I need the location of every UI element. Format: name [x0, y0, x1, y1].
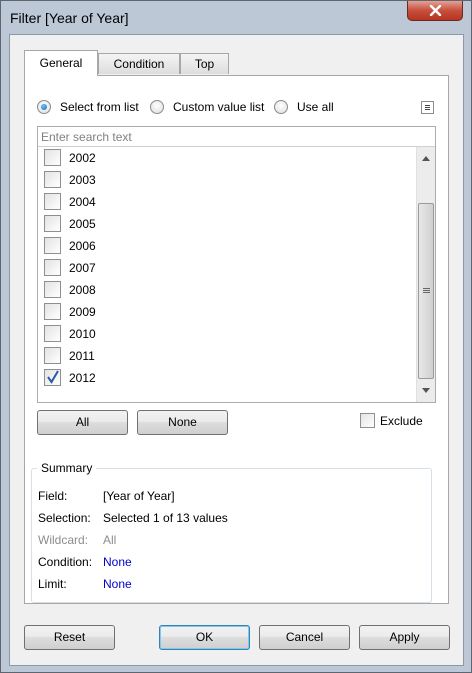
values-listbox: 2002 2003 2004 2005 2006 2007 2008 2009 … — [37, 126, 436, 403]
checkbox[interactable] — [44, 303, 61, 320]
checkbox[interactable] — [44, 149, 61, 166]
summary-key: Field: — [38, 489, 68, 503]
list-scrollbar[interactable] — [416, 147, 435, 402]
tab-top-label: Top — [194, 57, 215, 71]
list-item[interactable]: 2007 — [44, 257, 404, 279]
list-item[interactable]: 2005 — [44, 213, 404, 235]
close-icon — [429, 5, 442, 16]
summary-key: Limit: — [38, 577, 67, 591]
list-item[interactable]: 2002 — [44, 147, 404, 169]
ok-button[interactable]: OK — [159, 625, 250, 650]
list-item[interactable]: 2003 — [44, 169, 404, 191]
radio-button[interactable] — [274, 100, 288, 114]
exclude-checkbox[interactable] — [360, 413, 375, 428]
summary-key: Condition: — [38, 555, 93, 569]
radio-label: Use all — [297, 100, 334, 114]
checkbox[interactable] — [44, 193, 61, 210]
general-panel: Select from list Custom value list Use a… — [24, 75, 449, 604]
checkbox[interactable] — [44, 171, 61, 188]
list-item[interactable]: 2004 — [44, 191, 404, 213]
summary-key: Wildcard: — [38, 533, 89, 547]
summary-value: [Year of Year] — [103, 489, 175, 503]
tab-general-label: General — [39, 56, 83, 70]
list-item-label: 2004 — [69, 195, 96, 209]
scroll-up-arrow-icon[interactable] — [422, 156, 430, 161]
limit-link[interactable]: None — [103, 577, 132, 591]
list-item-label: 2012 — [69, 371, 96, 385]
radio-label: Custom value list — [173, 100, 265, 114]
summary-value: Selected 1 of 13 values — [103, 511, 228, 525]
list-item-label: 2010 — [69, 327, 96, 341]
tab-condition[interactable]: Condition — [98, 53, 180, 74]
radio-label: Select from list — [60, 100, 139, 114]
radio-button[interactable] — [37, 100, 51, 114]
list-item[interactable]: 2009 — [44, 301, 404, 323]
checkbox[interactable] — [44, 281, 61, 298]
checkbox[interactable] — [44, 347, 61, 364]
list-item-label: 2009 — [69, 305, 96, 319]
reset-button[interactable]: Reset — [24, 625, 115, 650]
dialog-body: General Condition Top Select from list C… — [9, 34, 464, 666]
list-item-label: 2005 — [69, 217, 96, 231]
scroll-down-arrow-icon[interactable] — [422, 388, 430, 393]
list-item[interactable]: 2006 — [44, 235, 404, 257]
list-menu-icon[interactable] — [421, 101, 434, 114]
summary-key: Selection: — [38, 511, 91, 525]
list-item[interactable]: 2010 — [44, 323, 404, 345]
radio-button[interactable] — [150, 100, 164, 114]
close-button[interactable] — [407, 1, 463, 21]
checkbox[interactable] — [44, 215, 61, 232]
checkbox[interactable] — [44, 325, 61, 342]
list-item-label: 2006 — [69, 239, 96, 253]
scroll-thumb[interactable] — [418, 203, 434, 379]
condition-link[interactable]: None — [103, 555, 132, 569]
summary-group: Summary Field: [Year of Year] Selection: S… — [31, 461, 432, 603]
filter-dialog: Filter [Year of Year] General Condition … — [0, 0, 472, 673]
search-input[interactable] — [38, 127, 435, 147]
cancel-button[interactable]: Cancel — [259, 625, 350, 650]
list-item-label: 2003 — [69, 173, 96, 187]
checkmark-icon — [47, 370, 59, 384]
window-title: Filter [Year of Year] — [10, 10, 129, 26]
title-bar[interactable]: Filter [Year of Year] — [1, 1, 471, 35]
list-item-label: 2002 — [69, 151, 96, 165]
list-item[interactable]: 2008 — [44, 279, 404, 301]
checkbox[interactable] — [44, 369, 61, 386]
list-item-label: 2008 — [69, 283, 96, 297]
values-list: 2002 2003 2004 2005 2006 2007 2008 2009 … — [38, 147, 416, 402]
list-item[interactable]: 2012 — [44, 367, 404, 389]
exclude-label: Exclude — [380, 414, 423, 428]
list-item-label: 2011 — [69, 349, 95, 363]
summary-title: Summary — [37, 461, 97, 475]
tab-general[interactable]: General — [24, 50, 98, 76]
list-item-label: 2007 — [69, 261, 96, 275]
checkbox[interactable] — [44, 237, 61, 254]
apply-button[interactable]: Apply — [359, 625, 450, 650]
tab-condition-label: Condition — [113, 57, 165, 71]
tab-top[interactable]: Top — [180, 53, 229, 74]
list-item[interactable]: 2011 — [44, 345, 404, 367]
none-button[interactable]: None — [137, 410, 228, 435]
summary-value: All — [103, 533, 117, 547]
checkbox[interactable] — [44, 259, 61, 276]
all-button[interactable]: All — [37, 410, 128, 435]
